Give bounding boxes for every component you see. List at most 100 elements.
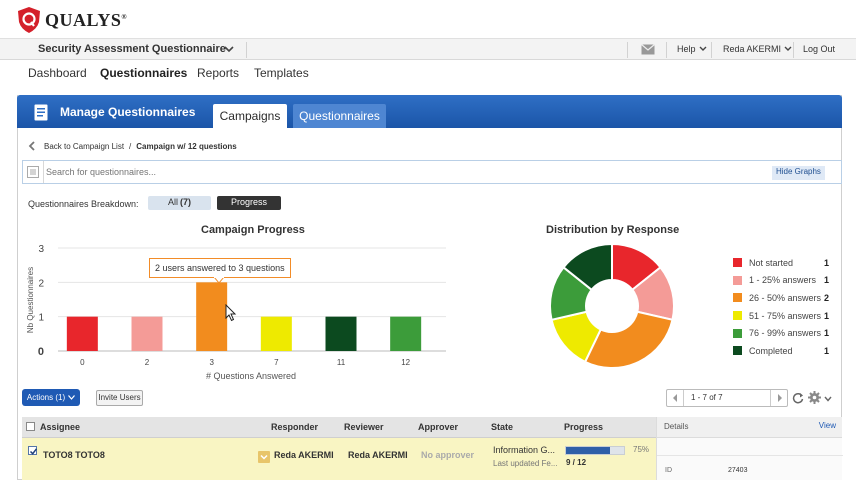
divider <box>793 42 794 58</box>
help-menu[interactable]: Help <box>677 44 707 54</box>
x-axis-label: # Questions Answered <box>206 371 296 381</box>
chevron-down-icon <box>699 46 707 51</box>
legend-item[interactable]: 51 - 75% answers 1 <box>733 307 829 325</box>
legend-item[interactable]: 26 - 50% answers 2 <box>733 289 829 307</box>
row-checkbox[interactable] <box>28 446 38 455</box>
nav-reports[interactable]: Reports <box>197 66 239 80</box>
approver-name: No approver <box>421 450 475 460</box>
prev-page-button[interactable] <box>667 390 684 406</box>
breakdown-all-button[interactable]: All (7) <box>148 196 211 210</box>
bar-3[interactable] <box>196 282 228 351</box>
select-all-checkbox[interactable] <box>26 422 35 431</box>
id-value: 27403 <box>728 467 748 474</box>
divider <box>711 42 712 58</box>
legend-swatch <box>733 346 742 356</box>
distribution-donut-chart <box>549 242 675 369</box>
actions-button[interactable]: Actions (1) <box>22 389 80 406</box>
bar-0[interactable] <box>66 316 98 351</box>
refresh-icon[interactable] <box>792 391 804 404</box>
column-header-approver[interactable]: Approver <box>418 422 458 432</box>
legend-swatch <box>733 275 742 285</box>
row-expand-button[interactable] <box>258 451 270 463</box>
panel-header: Manage Questionnaires Campaigns Question… <box>17 95 842 128</box>
invite-users-button[interactable]: Invite Users <box>96 390 143 406</box>
module-selector[interactable]: Security Assessment Questionnaire <box>38 43 226 55</box>
search-bar: Hide Graphs <box>22 160 842 184</box>
mail-icon[interactable] <box>641 44 655 55</box>
progress-count: 9 / 12 <box>566 458 587 467</box>
hide-graphs-button[interactable]: Hide Graphs <box>772 166 825 180</box>
legend-label: 1 - 25% answers <box>749 275 817 286</box>
logout-link[interactable]: Log Out <box>803 44 835 54</box>
gear-icon[interactable] <box>808 391 821 404</box>
breadcrumb-current: Campaign w/ 12 questions <box>136 141 237 151</box>
tab-questionnaires[interactable]: Questionnaires <box>293 104 386 128</box>
bar-11[interactable] <box>325 316 357 351</box>
table-row[interactable]: TOTO8 TOTO8 Reda AKERMI Reda AKERMI No a… <box>22 438 656 480</box>
list-icon[interactable] <box>27 166 39 178</box>
details-label: Details <box>664 422 689 431</box>
legend-item[interactable]: 76 - 99% answers 1 <box>733 324 829 342</box>
details-panel: ID 27403 <box>656 438 843 480</box>
x-tick-label: 0 <box>80 358 85 367</box>
distribution-legend: Not started 1 1 - 25% answers 1 26 - 50% ans… <box>733 254 829 360</box>
back-to-campaign-list-link[interactable]: Back to Campaign List <box>44 142 124 151</box>
bar-12[interactable] <box>390 316 422 351</box>
next-page-button[interactable] <box>770 390 787 406</box>
column-header-progress[interactable]: Progress <box>564 422 603 432</box>
slice-26-50-answers[interactable] <box>583 310 674 369</box>
distribution-title: Distribution by Response <box>546 224 680 236</box>
nav-dashboard[interactable]: Dashboard <box>28 66 87 80</box>
shield-logo-icon <box>18 7 40 33</box>
logo-bar: QUALYS® <box>0 0 856 38</box>
legend-item[interactable]: Completed 1 <box>733 342 829 360</box>
chevron-left-icon[interactable] <box>28 141 36 151</box>
main-nav: Dashboard Questionnaires Reports Templat… <box>0 60 856 87</box>
progress-bar-fill <box>566 447 610 454</box>
legend-label: 26 - 50% answers <box>749 292 822 303</box>
legend-count: 1 <box>824 257 830 268</box>
y-tick-label: 3 <box>38 244 44 255</box>
nav-questionnaires[interactable]: Questionnaires <box>100 66 187 80</box>
brand-name: QUALYS® <box>45 9 128 30</box>
column-header-state[interactable]: State <box>491 422 513 432</box>
legend-count: 1 <box>824 310 830 321</box>
y-tick-label: 2 <box>38 278 44 289</box>
x-tick-label: 11 <box>337 358 346 367</box>
document-icon <box>34 104 48 121</box>
chevron-down-icon[interactable] <box>224 44 234 54</box>
module-bar: Security Assessment Questionnaire Help R… <box>0 38 856 60</box>
bar-7[interactable] <box>260 316 292 351</box>
details-header: Details View <box>656 417 842 438</box>
bar-2[interactable] <box>131 316 163 351</box>
breadcrumb-separator: / <box>129 141 132 151</box>
user-menu[interactable]: Reda AKERMI <box>723 44 792 54</box>
legend-item[interactable]: Not started 1 <box>733 254 829 272</box>
tab-campaigns[interactable]: Campaigns <box>213 104 287 128</box>
breakdown-progress-button[interactable]: Progress <box>217 196 281 210</box>
chevron-down-icon <box>784 46 792 51</box>
chevron-down-icon[interactable] <box>824 396 832 402</box>
legend-item[interactable]: 1 - 25% answers 1 <box>733 272 829 290</box>
column-header-responder[interactable]: Responder <box>271 422 318 432</box>
y-axis-label: Nb Questionnaires <box>26 267 35 333</box>
search-input[interactable] <box>46 164 746 180</box>
legend-label: 51 - 75% answers <box>749 310 822 321</box>
divider <box>43 161 44 183</box>
legend-count: 1 <box>824 275 830 286</box>
nav-templates[interactable]: Templates <box>254 66 309 80</box>
checkmark-icon <box>29 448 38 455</box>
view-link[interactable]: View <box>819 421 836 430</box>
assignee-name[interactable]: TOTO8 TOTO8 <box>43 450 105 460</box>
pager-range: 1 - 7 of 7 <box>691 393 723 402</box>
column-header-reviewer[interactable]: Reviewer <box>344 422 384 432</box>
legend-count: 2 <box>824 292 830 303</box>
qualys-logo[interactable]: QUALYS® <box>18 7 127 33</box>
breakdown-label: Questionnaires Breakdown: <box>28 199 139 209</box>
progress-percent: 75% <box>633 445 650 454</box>
column-header-assignee[interactable]: Assignee <box>40 422 80 432</box>
chevron-down-icon <box>68 395 76 400</box>
triangle-left-icon <box>673 394 677 402</box>
pager: 1 - 7 of 7 <box>666 389 788 407</box>
divider <box>627 42 628 58</box>
